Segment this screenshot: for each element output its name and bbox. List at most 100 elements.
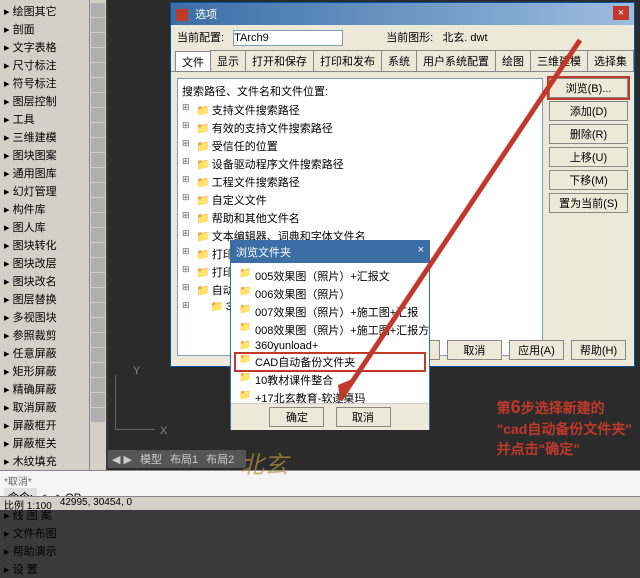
- tool-item[interactable]: ▸ 图块图案: [2, 146, 87, 164]
- tool-item[interactable]: ▸ 矩形屏蔽: [2, 362, 87, 380]
- tool-item[interactable]: ▸ 工具: [2, 110, 87, 128]
- cancel-button[interactable]: 取消: [447, 340, 502, 360]
- tool-icon[interactable]: [91, 78, 105, 92]
- close-icon[interactable]: ×: [613, 6, 629, 20]
- tool-icon[interactable]: [91, 288, 105, 302]
- tree-item[interactable]: 📁设备驱动程序文件搜索路径: [182, 155, 538, 173]
- tool-item[interactable]: ▸ 屏蔽框开: [2, 416, 87, 434]
- tab-4[interactable]: 系统: [381, 50, 417, 71]
- layout-tab[interactable]: 模型: [140, 454, 162, 466]
- folder-item[interactable]: 008效果图（照片）+施工图+汇报方: [235, 321, 425, 339]
- tool-icon[interactable]: [91, 33, 105, 47]
- tool-item[interactable]: ▸ 三维建模: [2, 128, 87, 146]
- tool-item[interactable]: ▸ 构件库: [2, 200, 87, 218]
- folder-item[interactable]: 007效果图（照片）+施工图+汇报: [235, 303, 425, 321]
- browse-body[interactable]: 005效果图（照片）+汇报文006效果图（照片）007效果图（照片）+施工图+汇…: [231, 263, 429, 403]
- tool-item[interactable]: ▸ 图块转化: [2, 236, 87, 254]
- tool-icon[interactable]: [91, 243, 105, 257]
- tree-item[interactable]: 📁支持文件搜索路径: [182, 101, 538, 119]
- tool-item[interactable]: ▸ 绘图其它: [2, 2, 87, 20]
- tool-item[interactable]: ▸ 参照裁剪: [2, 326, 87, 344]
- tool-icon[interactable]: [91, 198, 105, 212]
- tool-icon[interactable]: [91, 3, 105, 17]
- tool-icon[interactable]: [91, 318, 105, 332]
- tool-item[interactable]: ▸ 任意屏蔽: [2, 344, 87, 362]
- up-button[interactable]: 上移(U): [549, 147, 628, 167]
- tab-3[interactable]: 打印和发布: [313, 50, 382, 71]
- tool-icon[interactable]: [91, 18, 105, 32]
- tab-7[interactable]: 三维建模: [530, 50, 588, 71]
- tool-item[interactable]: ▸ 图层替换: [2, 290, 87, 308]
- tool-item[interactable]: ▸ 精确屏蔽: [2, 380, 87, 398]
- tree-item[interactable]: 📁受信任的位置: [182, 137, 538, 155]
- tool-item[interactable]: ▸ 图块改层: [2, 254, 87, 272]
- folder-item[interactable]: 006效果图（照片）: [235, 285, 425, 303]
- folder-item-selected[interactable]: CAD自动备份文件夹: [235, 353, 425, 371]
- config-input[interactable]: [233, 30, 343, 46]
- tool-icon[interactable]: [91, 93, 105, 107]
- tab-1[interactable]: 显示: [210, 50, 246, 71]
- remove-button[interactable]: 删除(R): [549, 124, 628, 144]
- tool-item[interactable]: ▸ 图层控制: [2, 92, 87, 110]
- folder-item[interactable]: 360yunload+: [235, 339, 425, 353]
- tool-icon[interactable]: [91, 348, 105, 362]
- tool-icon[interactable]: [91, 228, 105, 242]
- scale-display[interactable]: 比例 1:100: [4, 497, 52, 510]
- tool-item[interactable]: ▸ 幻灯管理: [2, 182, 87, 200]
- browse-ok-button[interactable]: 确定: [269, 407, 324, 427]
- tool-item[interactable]: ▸ 通用图库: [2, 164, 87, 182]
- browse-button[interactable]: 浏览(B)...: [549, 78, 628, 98]
- close-icon[interactable]: ×: [418, 244, 424, 256]
- tool-icon[interactable]: [91, 363, 105, 377]
- tool-icon[interactable]: [91, 48, 105, 62]
- tool-item[interactable]: ▸ 文件布图: [2, 524, 87, 542]
- tree-item[interactable]: 📁帮助和其他文件名: [182, 209, 538, 227]
- tool-icon[interactable]: [91, 168, 105, 182]
- tool-icon[interactable]: [91, 408, 105, 422]
- browse-titlebar[interactable]: 浏览文件夹 ×: [231, 241, 429, 263]
- browse-cancel-button[interactable]: 取消: [336, 407, 391, 427]
- folder-item[interactable]: 10教材课件整合: [235, 371, 425, 389]
- command-line[interactable]: *取消* 命令: <...> OP: [0, 470, 640, 496]
- tree-item[interactable]: 📁自定义文件: [182, 191, 538, 209]
- folder-item[interactable]: +17北玄教育-软遂桌玛: [235, 389, 425, 403]
- tree-item[interactable]: 📁有效的支持文件搜索路径: [182, 119, 538, 137]
- layout-tab[interactable]: 布局2: [206, 454, 234, 466]
- tool-icon[interactable]: [91, 213, 105, 227]
- tool-item[interactable]: ▸ 剖面: [2, 20, 87, 38]
- tool-icon[interactable]: [91, 303, 105, 317]
- help-button[interactable]: 帮助(H): [571, 340, 626, 360]
- tab-8[interactable]: 选择集: [587, 50, 634, 71]
- current-button[interactable]: 置为当前(S): [549, 193, 628, 213]
- dialog-titlebar[interactable]: 选项 ×: [171, 3, 634, 25]
- tab-2[interactable]: 打开和保存: [245, 50, 314, 71]
- tool-item[interactable]: ▸ 文字表格: [2, 38, 87, 56]
- tool-icon[interactable]: [91, 183, 105, 197]
- tool-icon[interactable]: [91, 153, 105, 167]
- tab-6[interactable]: 绘图: [495, 50, 531, 71]
- tool-icon[interactable]: [91, 393, 105, 407]
- tool-item[interactable]: ▸ 图人库: [2, 218, 87, 236]
- tool-icon[interactable]: [91, 123, 105, 137]
- tool-item[interactable]: ▸ 多视图块: [2, 308, 87, 326]
- tool-icon[interactable]: [91, 273, 105, 287]
- add-button[interactable]: 添加(D): [549, 101, 628, 121]
- tab-5[interactable]: 用户系统配置: [416, 50, 496, 71]
- tool-item[interactable]: ▸ 屏蔽框关: [2, 434, 87, 452]
- tool-icon[interactable]: [91, 258, 105, 272]
- tab-0[interactable]: 文件: [175, 51, 211, 72]
- tool-icon[interactable]: [91, 138, 105, 152]
- tool-item[interactable]: ▸ 符号标注: [2, 74, 87, 92]
- apply-button[interactable]: 应用(A): [509, 340, 564, 360]
- tool-icon[interactable]: [91, 378, 105, 392]
- tool-item[interactable]: ▸ 设 置: [2, 560, 87, 578]
- tool-item[interactable]: ▸ 取消屏蔽: [2, 398, 87, 416]
- tool-icon[interactable]: [91, 333, 105, 347]
- down-button[interactable]: 下移(M): [549, 170, 628, 190]
- tool-item[interactable]: ▸ 木纹填充: [2, 452, 87, 470]
- tool-icon[interactable]: [91, 108, 105, 122]
- tool-item[interactable]: ▸ 图块改名: [2, 272, 87, 290]
- tool-item[interactable]: ▸ 尺寸标注: [2, 56, 87, 74]
- layout-tab[interactable]: 布局1: [170, 454, 198, 466]
- tree-item[interactable]: 📁工程文件搜索路径: [182, 173, 538, 191]
